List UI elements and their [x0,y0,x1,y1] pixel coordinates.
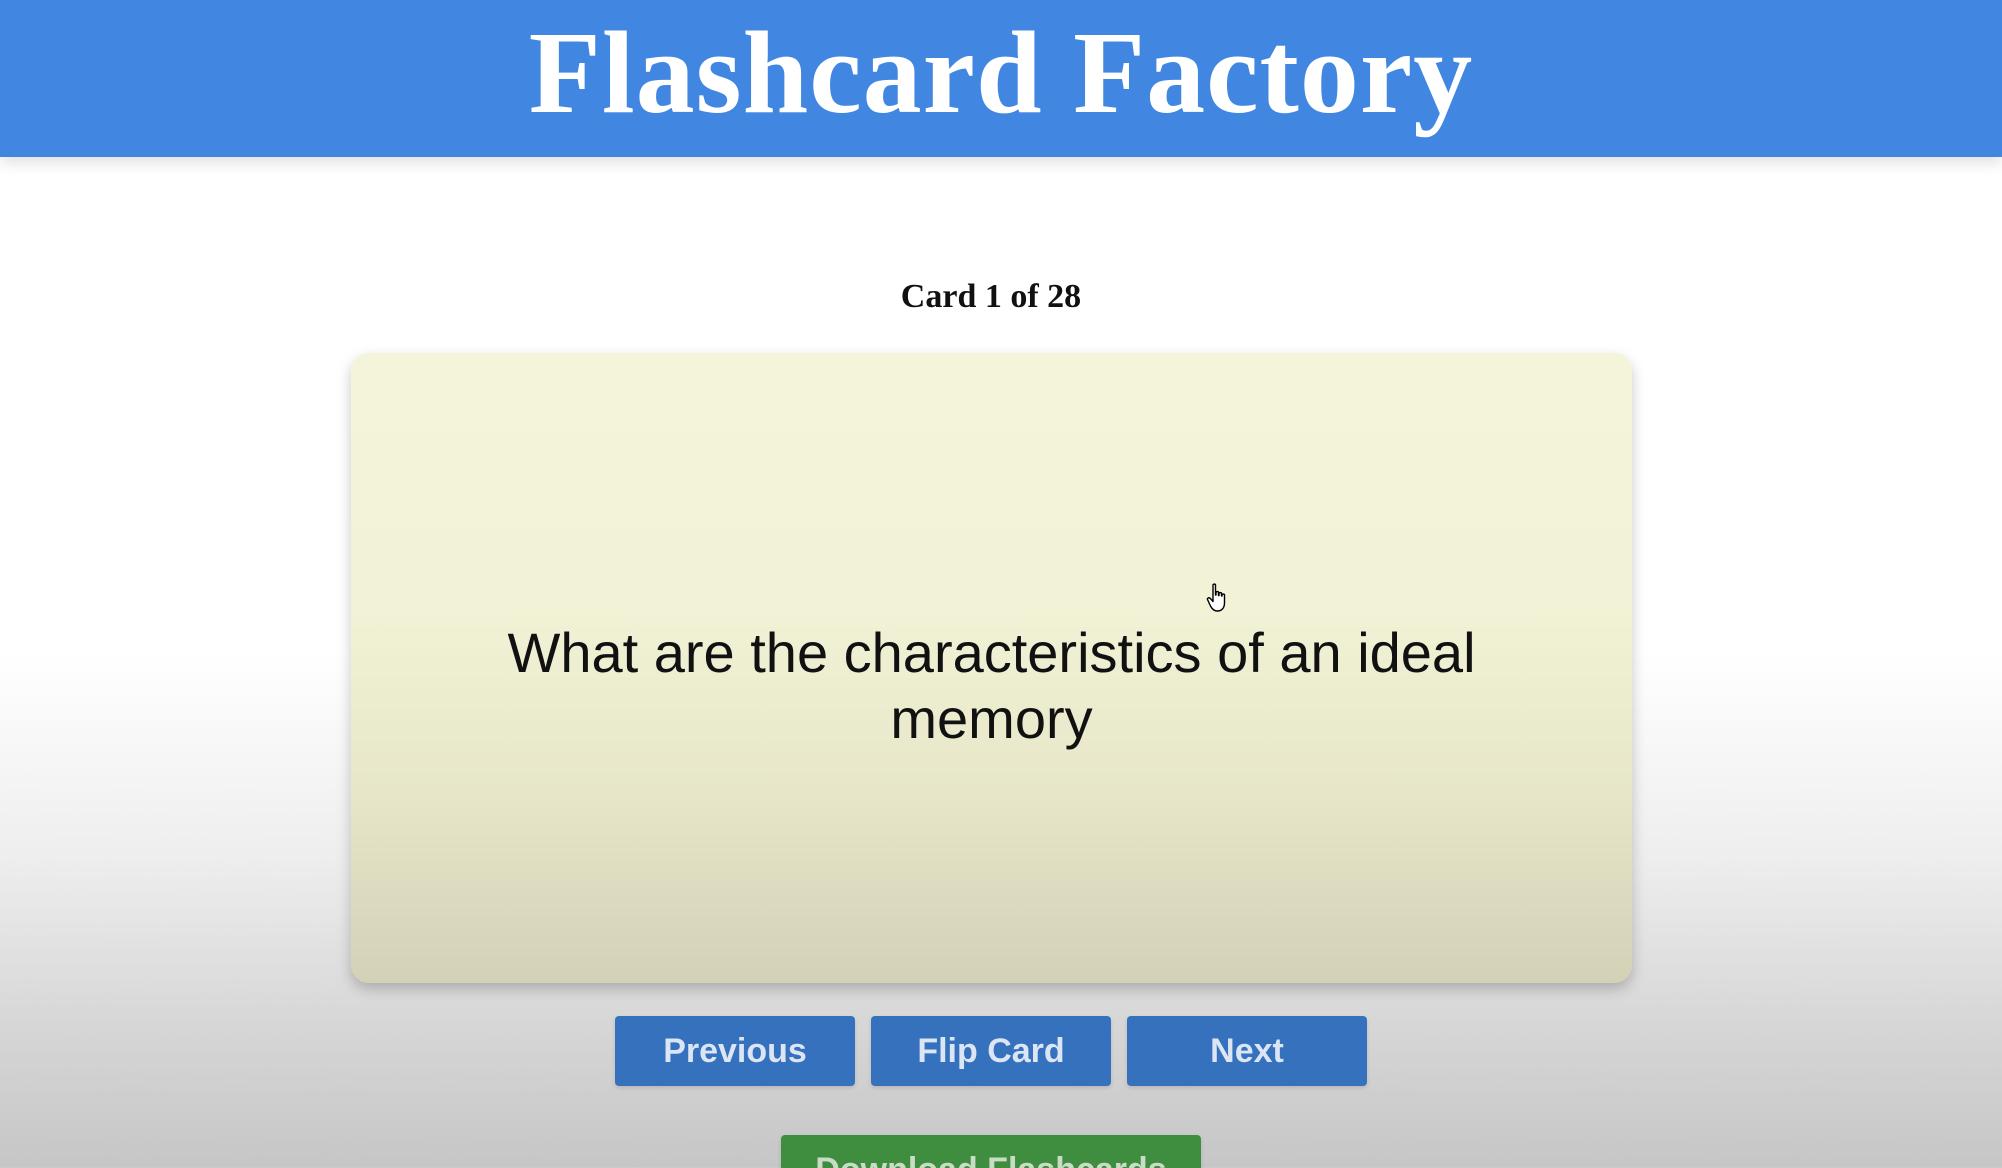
app-title: Flashcard Factory [528,6,1474,138]
app-header: Flashcard Factory [0,0,2002,157]
previous-button[interactable]: Previous [615,1016,855,1086]
card-counter: Card 1 of 28 [900,278,1082,315]
flip-card-button[interactable]: Flip Card [871,1016,1111,1086]
next-button[interactable]: Next [1127,1016,1367,1086]
download-flashcards-button[interactable]: Download Flashcards [781,1135,1201,1168]
flashcard[interactable]: What are the characteristics of an ideal… [351,353,1632,983]
hand-pointer-icon [1206,583,1226,612]
flashcard-question: What are the characteristics of an ideal… [507,620,1476,750]
